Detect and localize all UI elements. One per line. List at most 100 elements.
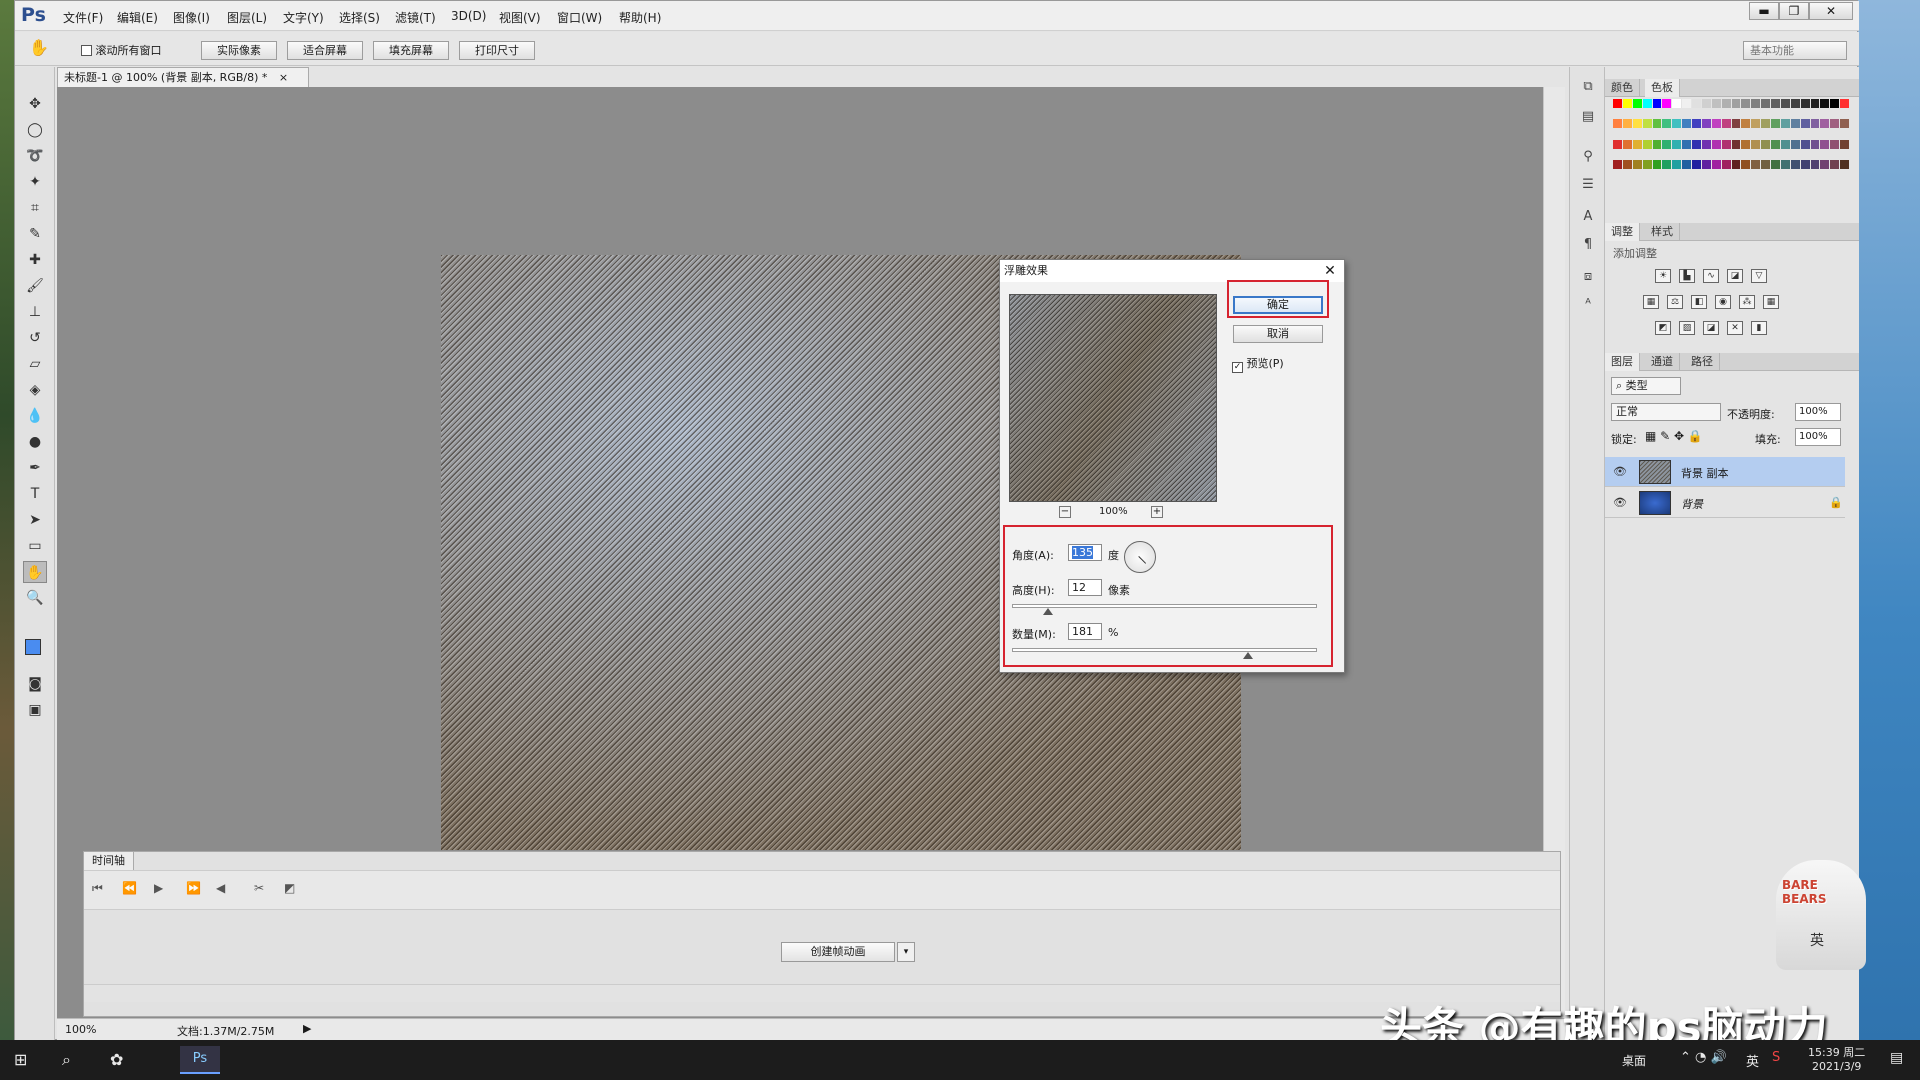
swatch[interactable] [1771, 159, 1780, 169]
gradient-map-icon[interactable]: ▮ [1751, 321, 1767, 335]
swatch[interactable] [1632, 159, 1642, 169]
swatch[interactable] [1751, 139, 1761, 149]
zoom-in-button[interactable]: + [1151, 506, 1163, 518]
move-tool-icon[interactable]: ✥ [23, 93, 47, 115]
swatch[interactable] [1682, 119, 1691, 129]
swatch[interactable] [1800, 159, 1810, 169]
curves-icon[interactable]: ∿ [1703, 269, 1719, 283]
swatch[interactable] [1642, 159, 1652, 169]
fit-screen-button[interactable]: 适合屏幕 [287, 41, 363, 60]
swatch[interactable] [1721, 159, 1731, 169]
menu-file[interactable]: 文件(F) [63, 9, 103, 26]
actual-pixels-button[interactable]: 实际像素 [201, 41, 277, 60]
menu-image[interactable]: 图像(I) [173, 9, 210, 26]
fill-input[interactable]: 100% [1795, 428, 1841, 446]
swatch[interactable] [1652, 119, 1662, 129]
swatch[interactable] [1810, 99, 1820, 108]
swatch[interactable] [1800, 99, 1810, 108]
swatch[interactable] [1652, 139, 1662, 149]
swatch[interactable] [1830, 119, 1840, 129]
notification-icon[interactable]: ▤ [1890, 1050, 1903, 1066]
eyedropper-tool-icon[interactable]: ✎ [23, 223, 47, 245]
tab-styles[interactable]: 样式 [1645, 223, 1680, 241]
print-size-button[interactable]: 打印尺寸 [459, 41, 535, 60]
swatch[interactable] [1741, 119, 1751, 129]
swatch[interactable] [1830, 99, 1840, 108]
timeline-tab[interactable]: 时间轴 [84, 852, 134, 870]
channel-mixer-icon[interactable]: ⁂ [1739, 295, 1755, 309]
swatch[interactable] [1613, 119, 1622, 129]
swatch[interactable] [1692, 139, 1701, 149]
swatch[interactable] [1711, 139, 1721, 149]
type-tool-icon[interactable]: T [23, 483, 47, 505]
next-frame-icon[interactable]: ⏩ [186, 881, 201, 895]
exposure-icon[interactable]: ◪ [1727, 269, 1743, 283]
swatch[interactable] [1771, 99, 1780, 108]
swatch[interactable] [1662, 99, 1672, 108]
swatch[interactable] [1662, 119, 1672, 129]
swatch[interactable] [1692, 119, 1701, 129]
paragraph-panel-icon[interactable]: ¶ [1578, 235, 1598, 255]
swatch[interactable] [1682, 159, 1691, 169]
filter-preview[interactable] [1009, 294, 1217, 502]
amount-slider[interactable] [1012, 648, 1317, 652]
swatch[interactable] [1711, 99, 1721, 108]
swatch[interactable] [1622, 139, 1632, 149]
hand-tool-icon[interactable]: ✋ [29, 38, 49, 57]
layer-row-background[interactable]: 👁 背景 🔒 [1605, 488, 1845, 518]
minimize-button[interactable]: ▬ [1749, 2, 1779, 20]
dialog-close-icon[interactable]: ✕ [1318, 261, 1342, 281]
menu-select[interactable]: 选择(S) [339, 9, 380, 26]
swatch[interactable] [1711, 159, 1721, 169]
ok-button[interactable]: 确定 [1233, 296, 1323, 314]
status-menu-arrow-icon[interactable]: ▶ [303, 1022, 311, 1035]
swatch[interactable] [1622, 159, 1632, 169]
swatch[interactable] [1830, 139, 1840, 149]
swatch[interactable] [1780, 119, 1790, 129]
swatch[interactable] [1840, 139, 1849, 149]
swatch[interactable] [1652, 99, 1662, 108]
swatch[interactable] [1692, 99, 1701, 108]
stamp-tool-icon[interactable]: ⊥ [23, 301, 47, 323]
ime-indicator[interactable]: 英 [1746, 1051, 1759, 1070]
swatch[interactable] [1731, 139, 1741, 149]
swatch[interactable] [1810, 159, 1820, 169]
zoom-level[interactable]: 100% [65, 1023, 96, 1036]
swatch[interactable] [1613, 99, 1622, 108]
swatch[interactable] [1642, 119, 1652, 129]
angle-dial[interactable] [1124, 541, 1156, 573]
lasso-tool-icon[interactable]: ➰ [23, 145, 47, 167]
swatch[interactable] [1800, 119, 1810, 129]
hand-tool-active-icon[interactable]: ✋ [23, 561, 47, 583]
fill-screen-button[interactable]: 填充屏幕 [373, 41, 449, 60]
swatch[interactable] [1731, 159, 1741, 169]
swatch[interactable] [1741, 139, 1751, 149]
play-icon[interactable]: ▶ [154, 881, 163, 895]
swatch[interactable] [1840, 99, 1849, 108]
swatch[interactable] [1780, 99, 1790, 108]
swatch[interactable] [1780, 159, 1790, 169]
menu-window[interactable]: 窗口(W) [557, 9, 602, 26]
swatch[interactable] [1662, 159, 1672, 169]
swatch[interactable] [1771, 119, 1780, 129]
cancel-button[interactable]: 取消 [1233, 325, 1323, 343]
layer-filter-select[interactable]: ⌕ 类型 [1611, 377, 1681, 395]
swatch[interactable] [1761, 99, 1770, 108]
tab-adjustments[interactable]: 调整 [1605, 223, 1640, 241]
tab-swatches[interactable]: 色板 [1645, 79, 1680, 97]
swatch[interactable] [1613, 139, 1622, 149]
photo-filter-icon[interactable]: ◉ [1715, 295, 1731, 309]
swatch[interactable] [1622, 99, 1632, 108]
swatch[interactable] [1652, 159, 1662, 169]
rectangle-tool-icon[interactable]: ▭ [23, 535, 47, 557]
close-window-button[interactable]: ✕ [1809, 2, 1853, 20]
swatch[interactable] [1840, 119, 1849, 129]
swatch[interactable] [1672, 99, 1682, 108]
swatch[interactable] [1701, 99, 1711, 108]
windows-start-icon[interactable]: ⊞ [14, 1050, 27, 1069]
swatch[interactable] [1761, 159, 1770, 169]
swatch[interactable] [1780, 139, 1790, 149]
opacity-input[interactable]: 100% [1795, 403, 1841, 421]
swatch[interactable] [1672, 159, 1682, 169]
swatch[interactable] [1810, 139, 1820, 149]
